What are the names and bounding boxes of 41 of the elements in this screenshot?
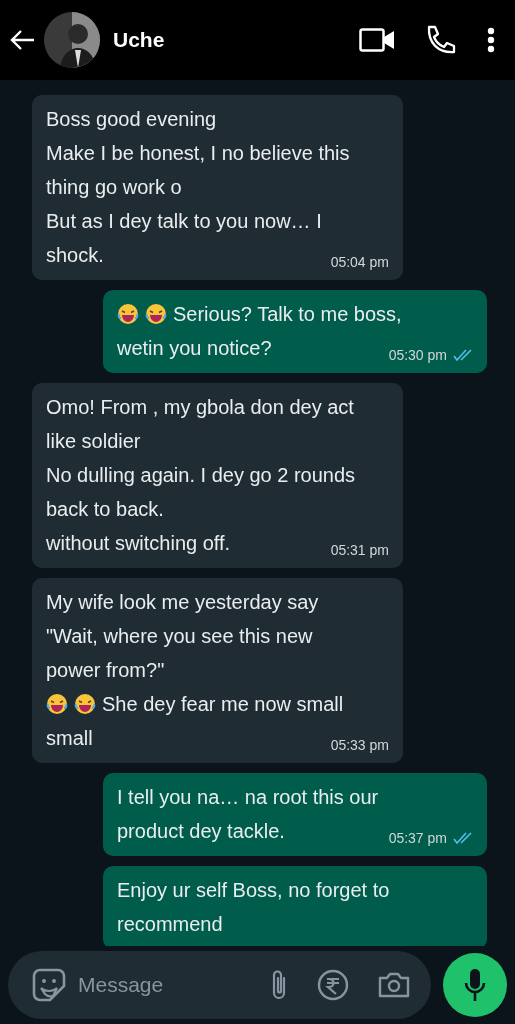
laughing-emoji-icon [74,693,96,715]
message-text: product dey tackle. [117,819,285,844]
message-text: But as I dey talk to you now… I [46,209,322,234]
message-text: Boss good evening [46,107,217,132]
message-time: 05:37 pm [388,829,447,848]
message-text: My wife look me yesterday say [46,590,319,615]
sticker-icon[interactable] [32,968,66,1002]
message-text: back to back. [46,497,164,522]
microphone-icon [463,968,487,1002]
message-text: Serious? Talk to me boss, [173,302,402,327]
message-text: shock. [46,243,104,268]
camera-icon[interactable] [377,971,411,999]
message-text: small [46,726,93,751]
message-text: No dulling again. I dey go 2 rounds [46,463,356,488]
back-arrow-icon[interactable] [8,28,36,52]
rupee-payment-icon[interactable] [317,969,349,1001]
message-field[interactable]: Message [76,972,241,998]
laughing-emoji-icon [145,303,167,325]
message-text: recommend [117,912,223,937]
message-text: wetin you notice? [117,336,272,361]
message-text: Make I be honest, I no believe this [46,141,350,166]
message-text: I tell you na… na root this our [117,785,379,810]
message-text: Enjoy ur self Boss, no forget to [117,878,390,903]
video-call-icon[interactable] [359,28,395,52]
contact-name[interactable]: Uche [113,28,359,52]
message-text: "Wait, where you see this new [46,624,313,649]
message-time: 05:31 pm [330,541,389,560]
message-text: thing go work o [46,175,182,200]
more-options-icon[interactable] [487,27,495,53]
message-text: She dey fear me now small [102,692,344,717]
phone-icon[interactable] [425,25,457,55]
laughing-emoji-icon [117,303,139,325]
laughing-emoji-icon [46,693,68,715]
message-text: power from?" [46,658,165,683]
message-text: like soldier [46,429,141,454]
message-time: 05:33 pm [330,736,389,755]
message-text: without switching off. [46,531,231,556]
message-text: Omo! From , my gbola don dey act [46,395,354,420]
message-input-bar[interactable]: Message [8,951,431,1019]
message-time: 05:30 pm [388,346,447,365]
message-time: 05:04 pm [330,253,389,272]
